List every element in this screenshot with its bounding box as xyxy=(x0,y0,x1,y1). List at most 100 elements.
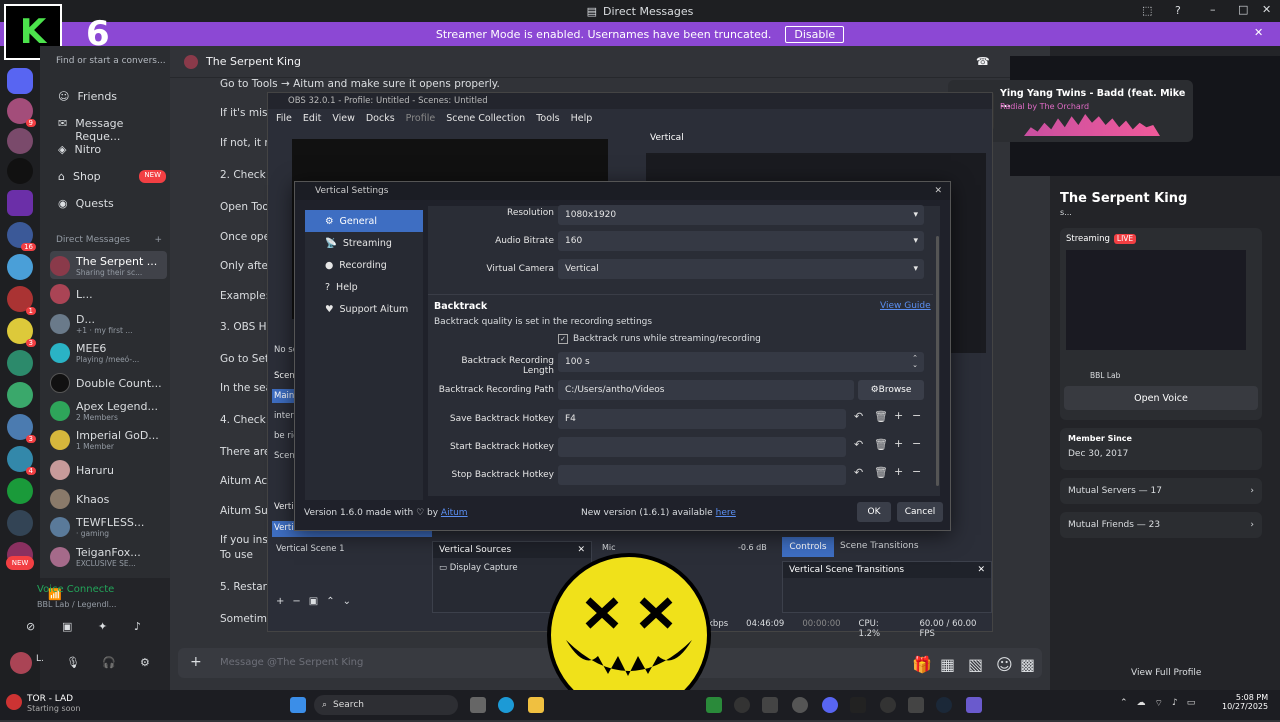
filter-icon[interactable]: ▣ xyxy=(309,596,318,607)
trash-icon[interactable]: 🗑 xyxy=(874,466,888,479)
dm-item[interactable]: Double Count... xyxy=(50,373,166,393)
minus-icon[interactable]: − xyxy=(912,409,921,422)
app-icon[interactable] xyxy=(792,697,808,713)
app-icon[interactable] xyxy=(706,697,722,713)
scrollbar[interactable] xyxy=(936,236,939,486)
minus-icon[interactable]: − xyxy=(912,437,921,450)
dm-search[interactable]: Find or start a convers... xyxy=(56,56,166,66)
add-attachment-icon[interactable]: + xyxy=(190,654,202,670)
sticker-icon[interactable]: ▧ xyxy=(968,655,983,674)
windows-start-icon[interactable] xyxy=(290,697,306,713)
minimize-button[interactable]: – xyxy=(1210,3,1216,16)
nav-streaming[interactable]: 📡 Streaming xyxy=(305,232,423,254)
dm-item[interactable]: TeiganFox... EXCLUSIVE SE... xyxy=(50,546,166,568)
server-icon[interactable] xyxy=(7,478,33,504)
dm-item[interactable]: The Serpent ... Sharing their sc... xyxy=(50,255,166,277)
app-icon[interactable] xyxy=(850,697,866,713)
settings-gear-icon[interactable]: ⚙ xyxy=(140,656,150,669)
nav-recording[interactable]: ● Recording xyxy=(305,254,423,276)
video-off-icon[interactable]: ⊘ xyxy=(26,620,35,633)
server-icon[interactable] xyxy=(7,510,33,536)
browse-button[interactable]: ⚙ Browse xyxy=(858,380,924,400)
nav-shop[interactable]: ⌂ Shop NEW xyxy=(58,170,166,183)
mutual-servers[interactable]: Mutual Servers — 17 › xyxy=(1060,478,1262,504)
server-icon[interactable] xyxy=(7,158,33,184)
server-icon[interactable]: 16 xyxy=(7,222,36,251)
menu-scene-collection[interactable]: Scene Collection xyxy=(446,113,525,124)
dm-item[interactable]: D... +1 · my first ... xyxy=(50,313,166,335)
server-icon[interactable] xyxy=(7,128,33,154)
activity-icon[interactable]: ✦ xyxy=(98,620,107,633)
revert-icon[interactable]: ↶ xyxy=(854,466,863,479)
cancel-button[interactable]: Cancel xyxy=(897,502,943,522)
server-icon[interactable]: 4 xyxy=(7,446,36,475)
disable-button[interactable]: Disable xyxy=(785,25,845,43)
dm-item[interactable]: L... xyxy=(50,284,166,304)
weather-widget[interactable]: TOR - LAD Starting soon xyxy=(6,694,80,713)
volume-icon[interactable]: ♪ xyxy=(1172,698,1178,709)
taskbar-search[interactable]: ⌕ Search xyxy=(314,695,458,715)
app-icon[interactable] xyxy=(762,697,778,713)
app-icon[interactable] xyxy=(734,697,750,713)
battery-icon[interactable]: ▭ xyxy=(1187,698,1196,709)
add-icon[interactable]: + xyxy=(276,596,284,607)
length-spinbox[interactable]: 100 s ⌃ ⌄ xyxy=(558,352,924,372)
dm-item[interactable]: Haruru xyxy=(50,460,166,480)
close-icon[interactable]: ✕ xyxy=(934,186,942,196)
edge-icon[interactable] xyxy=(498,697,514,713)
discord-icon[interactable] xyxy=(822,697,838,713)
audio-select[interactable]: 160 ▾ xyxy=(558,231,924,251)
server-icon[interactable] xyxy=(7,350,33,376)
headset-icon[interactable]: 🎧 xyxy=(102,656,116,669)
spinner-icon[interactable]: ⌃ ⌄ xyxy=(912,355,918,369)
menu-help[interactable]: Help xyxy=(571,113,593,124)
menu-docks[interactable]: Docks xyxy=(366,113,395,124)
nav-nitro[interactable]: ◈ Nitro xyxy=(58,143,101,156)
tray-icons[interactable]: ⌃ ☁ ⌔ ♪ ▭ xyxy=(1120,698,1195,709)
server-icon[interactable]: 3 xyxy=(7,414,36,443)
scene-transitions-tab[interactable]: Scene Transitions xyxy=(840,541,919,551)
stop-hotkey[interactable] xyxy=(558,465,846,485)
close-button[interactable]: ✕ xyxy=(1262,3,1271,16)
gift-icon[interactable]: 🎁 xyxy=(912,655,932,674)
menu-view[interactable]: View xyxy=(332,113,355,124)
close-icon[interactable]: ✕ xyxy=(977,565,985,575)
nav-support[interactable]: ♥ Support Aitum xyxy=(305,298,423,320)
wifi-icon[interactable]: ⌔ xyxy=(1155,698,1163,709)
steam-icon[interactable] xyxy=(936,697,952,713)
vertical-scene-item[interactable]: Vertical Scene 1 xyxy=(276,544,345,554)
emoji-icon[interactable]: ☺ xyxy=(996,655,1013,674)
menu-file[interactable]: File xyxy=(276,113,292,124)
vcam-select[interactable]: Vertical ▾ xyxy=(558,259,924,279)
down-icon[interactable]: ⌄ xyxy=(343,596,351,607)
backtrack-checkbox[interactable]: ✓ Backtrack runs while streaming/recordin… xyxy=(558,334,761,344)
close-banner-icon[interactable]: ✕ xyxy=(1254,26,1263,39)
gif-icon[interactable]: ▦ xyxy=(940,655,955,674)
clock[interactable]: 5:08 PM 10/27/2025 xyxy=(1222,693,1268,711)
server-icon[interactable] xyxy=(7,254,33,280)
nav-quests[interactable]: ◉ Quests xyxy=(58,197,114,210)
server-icon[interactable]: 3 xyxy=(7,318,36,347)
here-link[interactable]: here xyxy=(716,508,736,518)
chevron-up-icon[interactable]: ⌃ xyxy=(1120,698,1128,709)
apps-icon[interactable]: ▩ xyxy=(1020,655,1035,674)
nav-general[interactable]: ⚙ General xyxy=(305,210,423,232)
trash-icon[interactable]: 🗑 xyxy=(874,410,888,423)
open-voice-button[interactable]: Open Voice xyxy=(1064,386,1258,410)
help-icon[interactable]: ? xyxy=(1175,4,1181,17)
view-guide-link[interactable]: View Guide xyxy=(880,301,931,311)
inbox-tray-icon[interactable]: ⬚ xyxy=(1142,4,1152,17)
menu-profile[interactable]: Profile xyxy=(406,113,436,124)
menu-edit[interactable]: Edit xyxy=(303,113,321,124)
path-field[interactable]: C:/Users/antho/Videos xyxy=(558,380,854,400)
controls-tab[interactable]: Controls xyxy=(782,537,834,557)
dm-item[interactable]: Khaos xyxy=(50,489,166,509)
taskview-icon[interactable] xyxy=(470,697,486,713)
server-icon[interactable] xyxy=(7,382,33,408)
resolution-select[interactable]: 1080x1920 ▾ xyxy=(558,205,924,225)
explorer-icon[interactable] xyxy=(528,697,544,713)
trash-icon[interactable]: 🗑 xyxy=(874,438,888,451)
new-badge-icon[interactable]: NEW xyxy=(6,556,34,570)
cloud-icon[interactable]: ☁ xyxy=(1137,698,1146,709)
dm-item[interactable]: Apex Legend... 2 Members xyxy=(50,400,166,422)
